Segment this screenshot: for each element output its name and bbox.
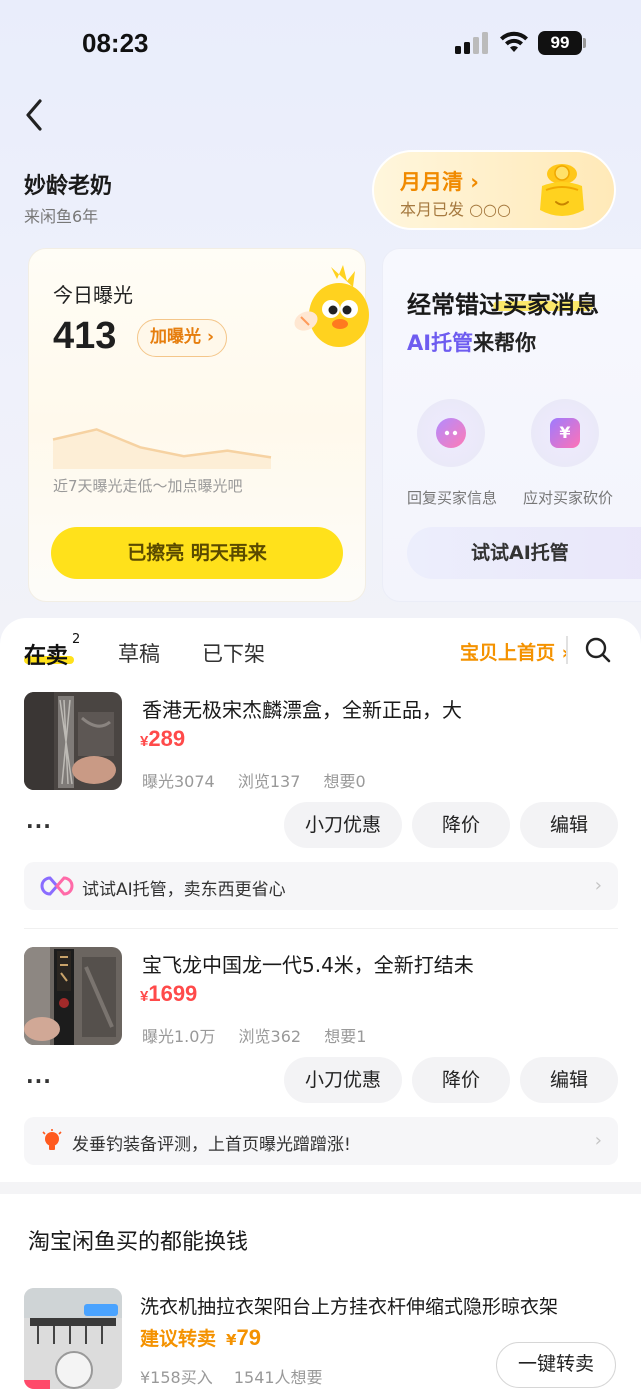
status-bar: 08:23 99 xyxy=(0,0,641,88)
ai-hosting-card: 经常错过买家消息 AI托管来帮你 ¥ 回复买家信息 应对买家砍价 试试AI托管 xyxy=(382,248,641,602)
monthly-title: 月月清 › xyxy=(400,170,479,194)
recommend-title: 洗衣机抽拉衣架阳台上方挂衣杆伸缩式隐形晾衣架 xyxy=(140,1296,559,1318)
reply-feature-label: 回复买家信息 xyxy=(407,489,498,507)
wants-stat: 想要0 xyxy=(323,772,366,791)
chat-bubble-icon xyxy=(436,418,466,448)
ai-card-subtitle: AI托管来帮你 xyxy=(407,327,536,357)
trend-area xyxy=(53,429,271,469)
bargain-feature-label: 应对买家砍价 xyxy=(523,489,614,507)
mascot-chick-icon xyxy=(294,265,369,347)
exposure-stat: 曝光3074 xyxy=(142,772,215,791)
exposure-hint: 近7天曝光走低～加点曝光吧 xyxy=(53,477,243,495)
wifi-icon xyxy=(500,31,528,52)
recommend-stats: ¥158买入 1541人想要 xyxy=(140,1364,339,1388)
coin-bag-icon xyxy=(540,164,584,216)
tip-text: 发垂钓装备评测，上首页曝光蹭蹭涨! xyxy=(72,1135,351,1155)
ai-card-title: 经常错过买家消息 xyxy=(407,291,599,319)
reduce-price-button[interactable]: 降价 xyxy=(412,802,510,848)
item-title: 香港无极宋杰麟漂盒，全新正品，大 xyxy=(142,698,462,722)
price-value: 289 xyxy=(148,726,186,751)
ai-brand-label: AI托管 xyxy=(407,331,474,355)
cellular-signal-icon xyxy=(455,32,489,54)
item-price: ¥1699 xyxy=(140,981,197,1007)
battery-tip xyxy=(583,38,586,48)
reply-feature-badge xyxy=(417,399,485,467)
views-stat: 浏览362 xyxy=(238,1027,302,1046)
ai-logo-icon xyxy=(40,876,74,896)
views-stat: 浏览137 xyxy=(237,772,301,791)
bought-price-stat: ¥158买入 xyxy=(140,1368,213,1387)
exposure-trend-sparkline xyxy=(52,428,272,469)
search-icon[interactable] xyxy=(584,636,612,664)
boost-exposure-button[interactable]: 加曝光 › xyxy=(137,319,227,357)
resale-section-title: 淘宝闲鱼买的都能换钱 xyxy=(28,1230,249,1255)
bargain-feature-badge: ¥ xyxy=(531,399,599,467)
edit-button[interactable]: 编辑 xyxy=(520,1057,618,1103)
status-time: 08:23 xyxy=(82,28,149,58)
resale-label: 建议转卖 xyxy=(140,1328,217,1350)
item-title: 宝飞龙中国龙一代5.4米，全新打结未 xyxy=(142,953,474,977)
selling-count: 2 xyxy=(72,632,81,647)
homepage-promo-link[interactable]: 宝贝上首页 › xyxy=(460,638,569,665)
one-click-resell-button[interactable]: 一键转卖 xyxy=(496,1342,616,1388)
exposure-value: 413 xyxy=(53,315,117,357)
product-thumbnail[interactable] xyxy=(24,692,122,790)
tab-selling[interactable]: 在卖 xyxy=(24,638,68,670)
item-stats: 曝光3074 浏览137 想要0 xyxy=(142,768,384,792)
small-discount-button[interactable]: 小刀优惠 xyxy=(284,1057,402,1103)
chevron-right-icon: › xyxy=(594,1130,602,1151)
today-exposure-card: 今日曝光 413 加曝光 › 近7天曝光走低～加点曝光吧 已擦亮 明天再来 xyxy=(28,248,369,602)
item-stats: 曝光1.0万 浏览362 想要1 xyxy=(142,1023,384,1047)
product-thumbnail[interactable] xyxy=(24,947,122,1045)
recommend-thumbnail[interactable] xyxy=(24,1288,122,1389)
price-value: 1699 xyxy=(148,981,198,1006)
item-divider xyxy=(24,928,618,929)
section-separator xyxy=(0,1182,641,1194)
lightbulb-icon xyxy=(42,1129,62,1150)
ai-subtitle-rest: 来帮你 xyxy=(473,331,537,355)
try-ai-hosting-button[interactable]: 试试AI托管 xyxy=(407,527,641,579)
seller-tenure: 来闲鱼6年 xyxy=(24,207,99,226)
tab-drafts[interactable]: 草稿 xyxy=(118,638,160,668)
review-promo-tip[interactable]: 发垂钓装备评测，上首页曝光蹭蹭涨! › xyxy=(24,1117,618,1165)
recommend-price-value: 79 xyxy=(236,1325,261,1350)
edit-button[interactable]: 编辑 xyxy=(520,802,618,848)
battery-indicator: 99 xyxy=(538,31,582,55)
exposure-title: 今日曝光 xyxy=(53,283,133,307)
monthly-clear-card[interactable]: 月月清 › 本月已发 ○○○ xyxy=(372,150,616,230)
more-options-button[interactable]: ··· xyxy=(26,814,52,838)
back-arrow-icon[interactable] xyxy=(20,96,50,134)
reduce-price-button[interactable]: 降价 xyxy=(412,1057,510,1103)
tab-offline[interactable]: 已下架 xyxy=(202,638,265,668)
polish-status-button[interactable]: 已擦亮 明天再来 xyxy=(51,527,343,579)
tab-divider xyxy=(566,636,568,664)
item-price: ¥289 xyxy=(140,726,185,752)
more-options-button[interactable]: ··· xyxy=(26,1069,52,1093)
wants-stat: 1541人想要 xyxy=(233,1368,323,1387)
yen-price-icon: ¥ xyxy=(550,418,580,448)
monthly-subtitle: 本月已发 ○○○ xyxy=(400,200,511,219)
recommend-price: 建议转卖 ¥79 xyxy=(140,1324,261,1351)
ai-hosting-tip[interactable]: 试试AI托管，卖东西更省心 › xyxy=(24,862,618,910)
tip-text: 试试AI托管，卖东西更省心 xyxy=(82,880,286,900)
seller-name: 妙龄老奶 xyxy=(24,174,113,199)
currency-symbol: ¥ xyxy=(226,1331,237,1349)
exposure-stat: 曝光1.0万 xyxy=(142,1027,216,1046)
small-discount-button[interactable]: 小刀优惠 xyxy=(284,802,402,848)
chevron-right-icon: › xyxy=(594,875,602,896)
wants-stat: 想要1 xyxy=(324,1027,367,1046)
